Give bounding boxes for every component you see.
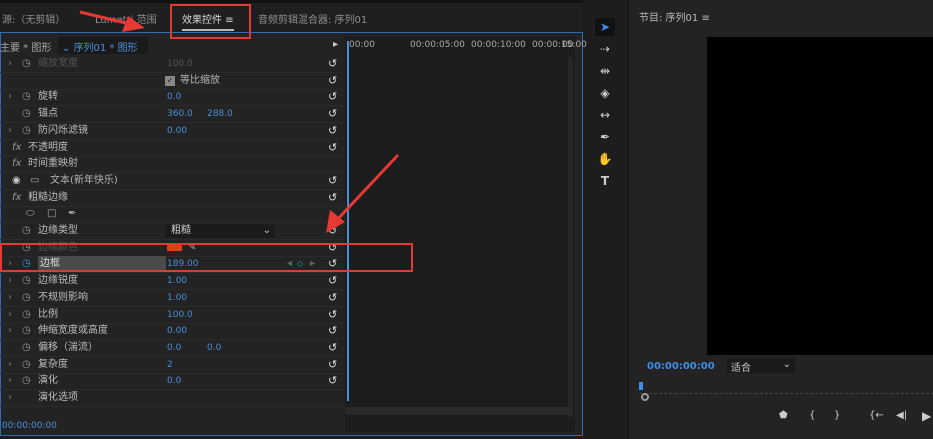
annotation-arrows xyxy=(79,10,400,233)
annotation-arrow-line xyxy=(333,153,400,224)
annotation-arrow-line xyxy=(79,10,131,26)
annotation-arrowhead xyxy=(122,16,145,32)
